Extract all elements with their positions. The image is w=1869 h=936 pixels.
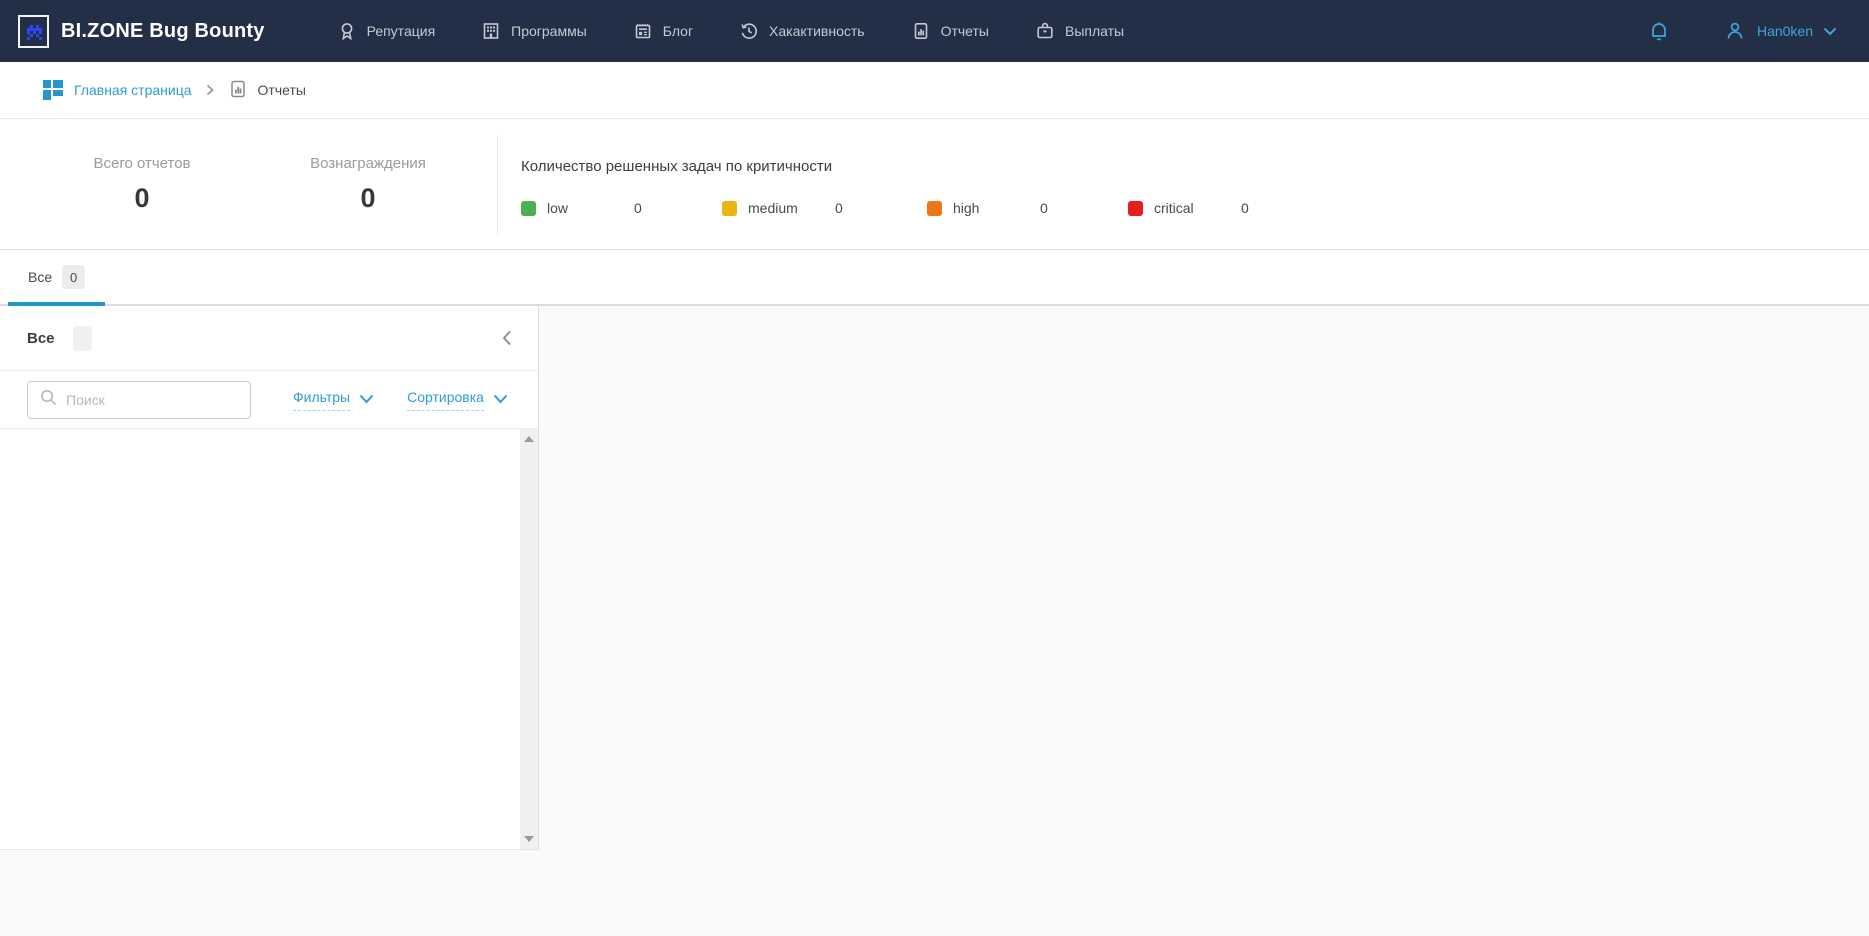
severity-item-low: low 0 [521, 199, 726, 219]
severity-critical-swatch [1128, 201, 1143, 216]
nav-item-payouts[interactable]: Выплаты [1035, 21, 1124, 41]
bizone-bug-logo-icon [18, 15, 49, 48]
reports-list-panel: Все Фильтры [0, 306, 539, 850]
severity-medium-swatch [722, 201, 737, 216]
severity-label: medium [748, 200, 798, 216]
reports-tab-bar: Все 0 [0, 250, 1869, 306]
blog-news-icon [633, 21, 653, 41]
panel-toolbar: Фильтры Сортировка [0, 371, 538, 429]
reports-list-empty [0, 429, 538, 849]
tab-count-badge: 0 [62, 265, 85, 289]
breadcrumb-home-label: Главная страница [74, 82, 192, 98]
search-icon [40, 389, 57, 411]
nav-item-blog[interactable]: Блог [633, 21, 693, 41]
payouts-briefcase-icon [1035, 21, 1055, 41]
brand-logo[interactable]: BI.ZONE Bug Bounty [18, 15, 265, 48]
panel-title: Все [27, 330, 55, 347]
chevron-down-icon [359, 391, 374, 409]
nav-item-label: Репутация [367, 23, 436, 39]
brand-name: BI.ZONE Bug Bounty [61, 20, 265, 43]
hackactivity-history-icon [739, 21, 759, 41]
nav-item-reports[interactable]: Отчеты [911, 21, 989, 41]
report-chart-icon [228, 79, 248, 102]
nav-item-label: Отчеты [941, 23, 989, 39]
tab-all[interactable]: Все 0 [8, 250, 105, 304]
breadcrumb-home-link[interactable]: Главная страница [43, 80, 192, 100]
severity-value: 0 [1241, 200, 1249, 216]
breadcrumb-current: Отчеты [228, 79, 306, 102]
stat-rewards: Вознаграждения 0 [263, 155, 473, 214]
stat-total-reports: Всего отчетов 0 [37, 155, 247, 214]
notifications-bell-icon[interactable] [1647, 19, 1671, 43]
vertical-scrollbar[interactable] [520, 429, 538, 849]
username: Han0ken [1757, 23, 1813, 39]
severity-value: 0 [835, 200, 843, 216]
reports-document-icon [911, 21, 931, 41]
panel-header: Все [0, 306, 538, 371]
breadcrumb-chevron-icon [206, 84, 214, 96]
tab-label: Все [28, 269, 52, 285]
severity-value: 0 [1040, 200, 1048, 216]
severity-low-swatch [521, 201, 536, 216]
severity-label: high [953, 200, 979, 216]
panel-count-badge [73, 326, 92, 351]
severity-value: 0 [634, 200, 642, 216]
navbar-right: Han0ken [1647, 19, 1837, 43]
chevron-down-icon [493, 391, 508, 409]
nav-item-label: Выплаты [1065, 23, 1124, 39]
severity-label: critical [1154, 200, 1194, 216]
stat-value: 0 [37, 183, 247, 214]
nav-item-programs[interactable]: Программы [481, 21, 587, 41]
stats-divider [497, 135, 498, 235]
nav-item-reputation[interactable]: Репутация [337, 21, 436, 41]
programs-building-icon [481, 21, 501, 41]
collapse-panel-button[interactable] [498, 326, 516, 350]
dashboard-grid-icon [43, 80, 63, 100]
main-navigation: Репутация Программы [337, 21, 1125, 41]
search-box[interactable] [27, 381, 251, 419]
content-area: Все Фильтры [0, 306, 1869, 936]
sort-label: Сортировка [407, 389, 484, 411]
scroll-up-arrow-icon[interactable] [524, 436, 534, 442]
severity-item-medium: medium 0 [722, 199, 927, 219]
stats-summary: Всего отчетов 0 Вознаграждения 0 Количес… [0, 119, 1869, 250]
stat-label: Вознаграждения [263, 155, 473, 172]
filters-dropdown[interactable]: Фильтры [293, 389, 374, 411]
chevron-down-icon [1823, 27, 1837, 36]
severity-label: low [547, 200, 568, 216]
nav-item-label: Блог [663, 23, 693, 39]
stat-value: 0 [263, 183, 473, 214]
breadcrumb: Главная страница Отчеты [0, 62, 1869, 119]
severity-item-critical: critical 0 [1128, 199, 1333, 219]
nav-item-label: Программы [511, 23, 587, 39]
severity-high-swatch [927, 201, 942, 216]
nav-item-hackactivity[interactable]: Хакактивность [739, 21, 865, 41]
nav-item-label: Хакактивность [769, 23, 865, 39]
sort-dropdown[interactable]: Сортировка [407, 389, 508, 411]
reputation-medal-icon [337, 21, 357, 41]
stat-label: Всего отчетов [37, 155, 247, 172]
user-avatar-icon [1723, 19, 1747, 43]
filters-label: Фильтры [293, 389, 350, 411]
user-menu[interactable]: Han0ken [1723, 19, 1837, 43]
scroll-down-arrow-icon[interactable] [524, 836, 534, 842]
severity-item-high: high 0 [927, 199, 1132, 219]
breadcrumb-current-label: Отчеты [258, 82, 306, 98]
top-navbar: BI.ZONE Bug Bounty Репутация [0, 0, 1869, 62]
severity-title: Количество решенных задач по критичности [521, 158, 832, 175]
search-input[interactable] [66, 392, 240, 408]
